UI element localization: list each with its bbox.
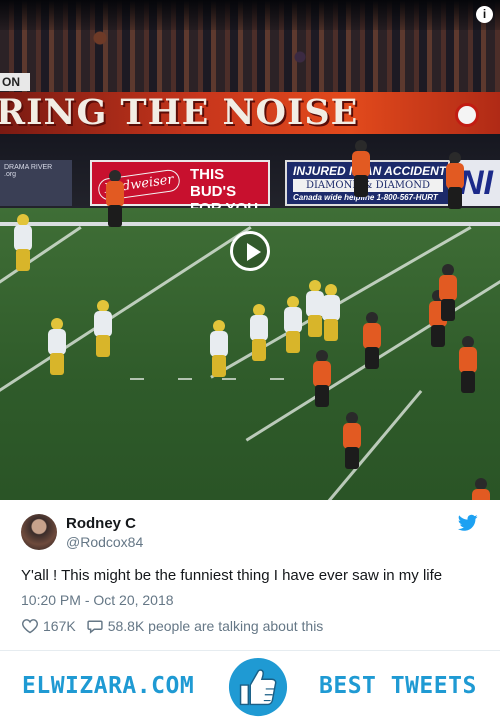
like-button[interactable]: 167K (21, 618, 76, 634)
player (340, 412, 364, 472)
author-name[interactable]: Rodney C (66, 515, 136, 532)
team-logo (455, 103, 479, 127)
player (350, 140, 372, 212)
tweet-text: Y'all ! This might be the funniest thing… (21, 567, 443, 584)
thumbs-up-icon (227, 656, 289, 722)
talking-count: 58.8K people are talking about this (107, 618, 324, 634)
player (318, 284, 344, 344)
player (206, 320, 232, 380)
footer-banner: ELWIZARA.COM BEST TWEETS (0, 650, 500, 722)
player (246, 304, 272, 364)
player (104, 170, 126, 227)
player (10, 214, 36, 274)
player (44, 318, 70, 378)
heart-icon (22, 619, 38, 634)
ad-board-left: DRAMA RIVER .org (0, 160, 72, 206)
tweet-card: Rodney C @Rodcox84 Y'all ! This might be… (0, 500, 500, 650)
site-brand[interactable]: ELWIZARA.COM (22, 673, 194, 699)
tweet-stats: 167K 58.8K people are talking about this (21, 618, 323, 634)
banner-text: RING THE NOISE (0, 92, 359, 133)
player (436, 264, 460, 324)
player (444, 152, 466, 212)
banner-small-text: ON (0, 73, 30, 91)
info-icon[interactable]: i (476, 6, 493, 23)
player (90, 300, 116, 360)
player (470, 478, 492, 500)
talking-link[interactable]: 58.8K people are talking about this (86, 618, 324, 634)
best-tweets-label[interactable]: BEST TWEETS (319, 673, 477, 699)
twitter-bird-icon[interactable] (457, 514, 478, 537)
like-count: 167K (43, 618, 76, 634)
play-icon[interactable] (230, 231, 270, 271)
player (310, 350, 334, 410)
reply-bubble-icon (87, 620, 103, 634)
author-handle[interactable]: @Rodcox84 (66, 534, 143, 550)
avatar[interactable] (21, 514, 57, 550)
video-player[interactable]: ON RING THE NOISE DRAMA RIVER .org Budwe… (0, 0, 500, 500)
tweet-timestamp[interactable]: 10:20 PM - Oct 20, 2018 (21, 592, 174, 608)
player (360, 312, 384, 372)
player (456, 336, 480, 396)
